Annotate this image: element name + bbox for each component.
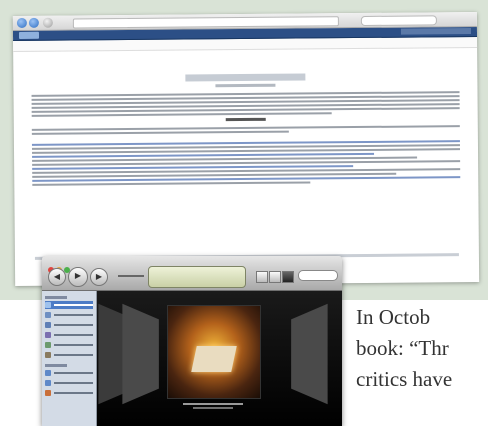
sidebar-item-music[interactable] [45,301,93,309]
sidebar-item[interactable] [45,321,93,329]
view-switcher [256,270,295,288]
sidebar-item[interactable] [45,331,93,339]
coverflow-view-icon[interactable] [282,271,294,283]
section-heading [225,117,266,122]
sidebar-item[interactable] [45,341,93,349]
itunes-screenshot: ◀ ▶ ▶ [42,256,342,426]
sidebar-heading [45,364,67,367]
intro-paragraph [31,91,460,117]
now-playing-display [148,266,246,288]
grid-view-icon[interactable] [269,271,281,283]
address-bar[interactable] [72,16,339,29]
site-header-links [400,28,472,35]
article-line: book: “Thr [356,336,449,360]
article-line: In Octob [356,305,431,329]
forward-icon[interactable] [28,17,39,28]
sidebar-item[interactable] [45,369,93,377]
album-cover[interactable] [291,303,328,405]
browser-screenshot [12,11,480,287]
sidebar-item[interactable] [45,351,93,359]
document-title [185,73,306,82]
book-artwork [191,346,237,372]
album-cover-selected[interactable] [167,305,261,399]
cover-flow[interactable] [97,291,342,426]
itunes-sidebar [42,291,97,426]
itunes-toolbar: ◀ ▶ ▶ [42,256,342,291]
article-line: critics have [356,367,453,391]
list-view-icon[interactable] [256,271,268,283]
site-logo [18,31,40,39]
reload-icon[interactable] [42,17,53,28]
document-byline [215,83,276,88]
back-icon[interactable] [16,17,27,28]
previous-track-icon[interactable]: ◀ [48,268,66,286]
sidebar-item[interactable] [45,311,93,319]
search-icon[interactable] [298,270,338,281]
browser-search-field[interactable] [360,15,437,26]
sidebar-item[interactable] [45,389,93,397]
volume-slider[interactable] [118,275,144,277]
album-cover[interactable] [122,303,159,405]
sidebar-heading [45,296,67,299]
sidebar-item[interactable] [45,379,93,387]
article-text: In Octob book: “Thr critics have [356,302,488,395]
body-paragraphs [31,125,461,186]
document-body [13,48,478,186]
album-caption [167,401,259,411]
play-icon[interactable]: ▶ [68,267,88,287]
next-track-icon[interactable]: ▶ [90,268,108,286]
